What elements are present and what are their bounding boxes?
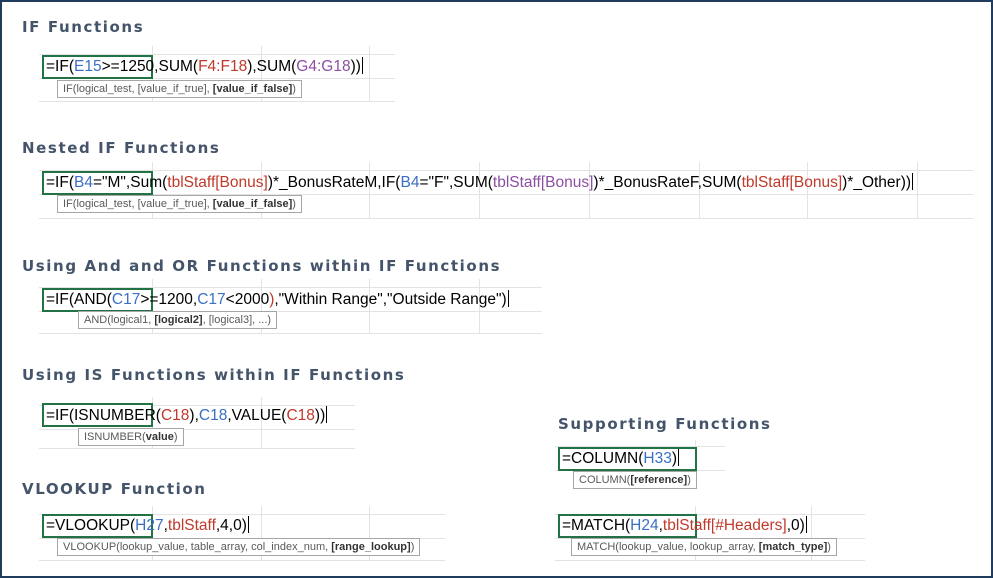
tooltip-text: COLUMN( <box>579 474 631 486</box>
tooltip-current-argument: value <box>145 431 174 443</box>
formula-token: ), <box>189 407 199 424</box>
formula-token: =VLOOKUP( <box>46 517 136 534</box>
formula-token: C17 <box>111 291 141 308</box>
formula-token: tblStaff[Bonus] <box>492 174 594 191</box>
section-heading-vlookup: VLOOKUP Function <box>22 480 207 498</box>
formula-token: ),SUM( <box>247 58 297 75</box>
tooltip-column-syntax: COLUMN([reference]) <box>573 471 697 489</box>
tooltip-text: ) <box>292 198 296 210</box>
formula-token: =COLUMN( <box>562 450 644 467</box>
tooltip-text: ) <box>410 541 415 553</box>
section-heading-nested-if: Nested IF Functions <box>22 139 221 157</box>
tooltip-current-argument: [range_lookup] <box>331 541 411 553</box>
formula-token: tblStaff[Bonus] <box>741 174 843 191</box>
formula-match[interactable]: =MATCH(H24,tblStaff[#Headers],0) <box>562 516 807 536</box>
formula-token: )) <box>350 58 361 75</box>
formula-token: ) <box>671 450 677 467</box>
formula-token: ,VALUE( <box>227 407 287 424</box>
formula-token: H24 <box>630 517 659 534</box>
formula-is[interactable]: =IF(ISNUMBER(C18),C18,VALUE(C18)) <box>46 406 328 426</box>
formula-token: ,"Within Range","Outside Range") <box>274 291 507 308</box>
formula-token: )*_BonusRateF,SUM( <box>593 174 742 191</box>
worksheet-frame: IF Functions =IF(E15>=1250,SUM(F4:F18),S… <box>0 0 993 578</box>
formula-token: H27 <box>135 517 164 534</box>
formula-token: F4:F18 <box>198 58 248 75</box>
formula-token: tblStaff <box>167 517 216 534</box>
formula-token: )*_BonusRateM,IF( <box>267 174 401 191</box>
section-heading-supporting: Supporting Functions <box>558 415 772 433</box>
tooltip-match-syntax: MATCH(lookup_value, lookup_array, [match… <box>571 538 837 556</box>
tooltip-text: VLOOKUP(lookup_value, table_array, col_i… <box>63 541 332 553</box>
tooltip-current-argument: [match_type] <box>758 541 828 553</box>
text-cursor <box>678 449 679 466</box>
tooltip-vlookup-syntax: VLOOKUP(lookup_value, table_array, col_i… <box>57 538 421 556</box>
text-cursor <box>805 516 807 533</box>
text-cursor <box>247 516 249 533</box>
formula-token: )*_Other)) <box>842 174 912 191</box>
tooltip-text: ) <box>292 83 296 95</box>
section-heading-is-functions: Using IS Functions within IF Functions <box>22 366 406 384</box>
formula-if[interactable]: =IF(E15>=1250,SUM(F4:F18),SUM(G4:G18)) <box>46 57 363 77</box>
formula-token: tblStaff[#Headers] <box>662 517 787 534</box>
formula-token: ="F",SUM( <box>419 174 493 191</box>
text-cursor <box>912 173 914 190</box>
tooltip-text: ) <box>827 541 831 553</box>
formula-token: C18 <box>160 407 190 424</box>
tooltip-current-argument: [value_if_false] <box>212 83 293 95</box>
tooltip-text: ) <box>687 474 691 486</box>
text-cursor <box>326 406 328 423</box>
formula-token: G4:G18 <box>296 58 351 75</box>
formula-token: )) <box>314 407 326 424</box>
formula-token: B4 <box>400 174 420 191</box>
formula-token: ,0) <box>786 517 805 534</box>
formula-token: C17 <box>197 291 226 308</box>
tooltip-text: ISNUMBER( <box>84 431 146 443</box>
tooltip-isnumber-syntax: ISNUMBER(value) <box>78 428 184 446</box>
formula-token: C18 <box>286 407 315 424</box>
tooltip-current-argument: [reference] <box>630 474 688 486</box>
formula-token: =MATCH( <box>562 517 631 534</box>
tooltip-current-argument: [logical2] <box>154 314 203 326</box>
tooltip-nested-if-syntax: IF(logical_test, [value_if_true], [value… <box>57 195 302 213</box>
formula-token: C18 <box>198 407 228 424</box>
tooltip-current-argument: [value_if_false] <box>212 198 293 210</box>
tooltip-if-syntax: IF(logical_test, [value_if_true], [value… <box>57 80 302 98</box>
formula-nested-if[interactable]: =IF(B4="M",Sum(tblStaff[Bonus])*_BonusRa… <box>46 173 914 193</box>
formula-token: H33 <box>643 450 672 467</box>
tooltip-text: , [logical3], ...) <box>202 314 272 326</box>
formula-token: ,4,0) <box>215 517 247 534</box>
formula-token: =IF( <box>46 58 74 75</box>
formula-vlookup[interactable]: =VLOOKUP(H27,tblStaff,4,0) <box>46 516 249 536</box>
formula-and-or[interactable]: =IF(AND(C17>=1200,C17<2000),"Within Rang… <box>46 290 509 310</box>
formula-token: =IF(ISNUMBER( <box>46 407 161 424</box>
tooltip-text: AND(logical1, <box>84 314 155 326</box>
tooltip-text: MATCH(lookup_value, lookup_array, <box>577 541 759 553</box>
section-heading-if-functions: IF Functions <box>22 18 145 36</box>
formula-token: E15 <box>74 58 102 75</box>
formula-token: ="M",Sum( <box>92 174 168 191</box>
formula-token: >=1200, <box>140 291 198 308</box>
formula-column[interactable]: =COLUMN(H33) <box>562 449 679 469</box>
tooltip-text: IF(logical_test, [value_if_true], <box>63 83 213 95</box>
section-heading-and-or: Using And and OR Functions within IF Fun… <box>22 257 502 275</box>
tooltip-text: IF(logical_test, [value_if_true], <box>63 198 213 210</box>
tooltip-and-syntax: AND(logical1, [logical2], [logical3], ..… <box>78 311 278 329</box>
formula-token: B4 <box>74 174 93 191</box>
formula-token: <2000 <box>225 291 270 308</box>
formula-token: =IF( <box>46 174 74 191</box>
formula-token: =IF(AND( <box>46 291 112 308</box>
formula-token: tblStaff[Bonus] <box>167 174 268 191</box>
text-cursor <box>361 57 363 74</box>
text-cursor <box>507 290 509 307</box>
tooltip-text: ) <box>173 431 178 443</box>
formula-token: >=1250,SUM( <box>101 58 199 75</box>
